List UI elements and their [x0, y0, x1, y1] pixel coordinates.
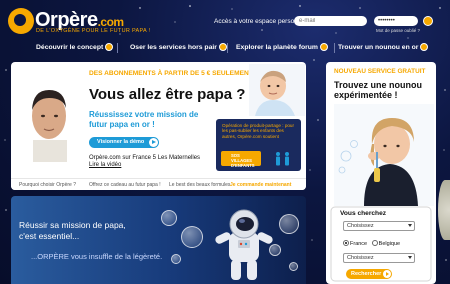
sos-logo-text: SOS VILLAGES D'ENFANTS — [231, 153, 255, 168]
radio-label: Belgique — [378, 241, 401, 247]
login-label: Accès à votre espace personnel — [214, 18, 307, 25]
new-service-tag: NOUVEAU SERVICE GRATUIT — [334, 68, 426, 75]
link-formulas[interactable]: Le best des beaux formules — [169, 182, 230, 188]
partner-operation-box[interactable]: Opération de produit-partage : pour les … — [216, 119, 301, 171]
link-gift[interactable]: Offrez ce cadeau au futur papa ! — [89, 182, 161, 188]
nanny-service-panel: NOUVEAU SERVICE GRATUIT Trouvez une noun… — [326, 62, 436, 284]
region-select[interactable]: Choisissez — [343, 253, 415, 263]
nav-divider — [227, 43, 228, 53]
bubble-decoration — [171, 254, 181, 264]
logo-suffix: .com — [97, 15, 125, 29]
nav-divider — [334, 43, 335, 53]
tv-mention: Orpère.com sur France 5 Les Maternelles — [89, 155, 201, 161]
promo-heading: DES ABONNEMENTS À PARTIR DE 5 € SEULEMEN… — [89, 70, 253, 77]
watch-demo-button[interactable]: Visionner la démo — [89, 137, 159, 148]
nav-item-concept[interactable]: Découvrir le concept — [36, 42, 114, 54]
email-field[interactable] — [294, 16, 367, 26]
nav-arrow-icon — [420, 43, 429, 52]
banner-line-1: Réussir sa mission de papa, — [19, 220, 126, 230]
nav-divider — [117, 43, 118, 53]
logo-o-icon — [8, 8, 34, 34]
nav-label: Oser les services hors pair — [130, 44, 217, 51]
bubble-decoration — [181, 226, 203, 248]
children-icon — [276, 152, 289, 166]
radio-france[interactable] — [343, 240, 349, 246]
moon-decoration — [438, 180, 450, 240]
demo-button-label: Visionner la démo — [97, 139, 145, 145]
nav-arrow-icon — [105, 43, 114, 52]
country-radio-group: France Belgique — [343, 240, 400, 248]
select-value: Choisissez — [347, 223, 374, 229]
radio-label: France — [350, 241, 368, 247]
mission-text: Réussissez votre mission de futur papa e… — [89, 110, 199, 129]
bubble-decoration — [161, 210, 177, 226]
search-label: Vous cherchez — [340, 210, 387, 217]
bubble-decoration — [289, 262, 298, 271]
password-field[interactable] — [374, 16, 418, 26]
nav-arrow-icon — [218, 43, 227, 52]
watch-video-link[interactable]: Lire la vidéo — [89, 162, 121, 168]
radio-belgique[interactable] — [371, 240, 378, 246]
brand-tagline: DE L'OXYGÈNE POUR LE FUTUR PAPA ! — [36, 28, 151, 34]
nav-arrow-icon — [319, 43, 328, 52]
main-promo-panel: DES ABONNEMENTS À PARTIR DE 5 € SEULEMEN… — [11, 62, 306, 190]
father-photo — [32, 90, 67, 162]
promo-links-bar: Pourquoi choisir Orpère ? Offrez ce cade… — [11, 178, 306, 190]
nav-item-services[interactable]: Oser les services hors pair — [130, 42, 227, 54]
partner-text: Opération de produit-partage : pour les … — [222, 123, 295, 139]
login-submit-button[interactable] — [423, 16, 433, 26]
nanny-title: Trouvez une nounou expérimentée ! — [334, 80, 422, 100]
nav-label: Trouver un nounou en or — [338, 44, 419, 51]
service-type-select[interactable]: Choisissez — [343, 221, 415, 231]
nav-item-forum[interactable]: Explorer la planète forum — [236, 42, 328, 54]
child-blowing-bubbles-photo — [334, 104, 434, 206]
bubble-decoration — [279, 214, 299, 234]
banner-line-3: ...ORPÈRE vous insuffle de la légèreté. — [31, 252, 163, 261]
select-value: Choisissez — [347, 255, 374, 261]
nav-label: Explorer la planète forum — [236, 44, 318, 51]
baby-photo — [249, 64, 305, 116]
sos-villages-logo[interactable]: SOS VILLAGES D'ENFANTS — [221, 151, 261, 168]
nav-label: Découvrir le concept — [36, 44, 104, 51]
bottom-banner: Réussir sa mission de papa, c'est essent… — [11, 196, 306, 284]
nav-item-nounou[interactable]: Trouver un nounou en or — [338, 42, 429, 54]
link-why-orpere[interactable]: Pourquoi choisir Orpère ? — [19, 182, 76, 188]
forgot-password-link[interactable]: Mot de passe oublié ? — [376, 28, 420, 33]
search-button[interactable]: Rechercher — [346, 269, 392, 279]
search-button-label: Rechercher — [351, 271, 382, 277]
main-nav: Découvrir le concept Oser les services h… — [36, 42, 442, 54]
banner-line-2: c'est essentiel... — [19, 231, 80, 241]
chevron-down-icon — [408, 256, 412, 259]
link-order-now[interactable]: Je commande maintenant — [230, 182, 291, 188]
page-title: Vous allez être papa ? — [89, 86, 246, 103]
play-icon — [149, 138, 158, 147]
chevron-down-icon — [408, 224, 412, 227]
astronaut-illustration — [215, 209, 273, 280]
arrow-right-icon — [383, 270, 391, 278]
